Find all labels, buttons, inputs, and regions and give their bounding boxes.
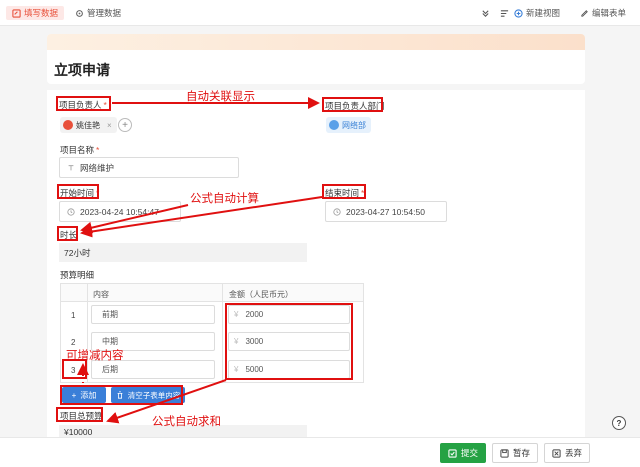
page-title: 立项申请 (54, 62, 110, 78)
edit-form-button[interactable]: 编辑表单 (580, 6, 626, 20)
start-time-value: 2023-04-24 10:54:47 (80, 206, 159, 217)
save-icon (500, 448, 509, 458)
help-button[interactable]: ? (612, 416, 626, 430)
tab-manage-data-label: 管理数据 (87, 8, 122, 18)
end-time-field[interactable]: 2023-04-27 10:54:50 (325, 201, 447, 222)
sort-icon[interactable] (500, 6, 509, 20)
save-draft-label: 暂存 (512, 448, 530, 458)
amount-highlight-box (225, 303, 353, 380)
discard-label: 丢弃 (564, 448, 582, 458)
owner-user-chip[interactable]: 姚佳艳 × (60, 117, 117, 133)
form-header-card: 立项申请 (47, 34, 585, 84)
save-draft-button[interactable]: 暂存 (492, 443, 538, 463)
start-highlight-box (57, 184, 99, 199)
department-icon (329, 120, 339, 130)
discard-button[interactable]: 丢弃 (544, 443, 590, 463)
duration-field: 72小时 (59, 243, 307, 262)
tab-manage-data[interactable]: 管理数据 (75, 6, 121, 20)
row-number: 1 (71, 311, 76, 320)
remove-user-icon[interactable]: × (107, 121, 112, 130)
annotation-auto-link: 自动关联显示 (186, 91, 255, 103)
submit-label: 提交 (460, 448, 478, 458)
dept-chip: 网络部 (326, 117, 371, 133)
plus-circle-icon (514, 8, 523, 18)
owner-user-name: 姚佳艳 (76, 120, 100, 130)
col-content-header: 内容 (93, 290, 109, 299)
gear-icon (76, 9, 83, 17)
column-divider (87, 284, 88, 382)
clock-icon (67, 207, 75, 216)
start-time-field[interactable]: 2023-04-24 10:54:47 (59, 201, 181, 222)
total-highlight-box (56, 407, 103, 422)
duration-highlight-box (57, 226, 78, 241)
bottom-action-bar: 提交 暂存 丢弃 (0, 437, 640, 467)
dept-highlight-box (322, 97, 383, 112)
submit-button[interactable]: 提交 (440, 443, 486, 463)
budget-table-header: 内容 金额（人民币元） (61, 284, 363, 302)
pencil-icon (581, 9, 588, 17)
annotation-add-remove: 可增减内容 (66, 350, 124, 362)
col-amount-header: 金额（人民币元） (229, 290, 293, 299)
add-user-button[interactable]: + (118, 118, 132, 132)
annotation-formula-calc: 公式自动计算 (190, 193, 259, 205)
submit-icon (448, 448, 457, 458)
project-name-value: 网络维护 (80, 162, 115, 173)
tab-fill-data-label: 填写数据 (24, 8, 59, 18)
name-label: 项目名称 * (60, 145, 100, 155)
annotation-formula-sum: 公式自动求和 (152, 416, 221, 428)
budget-label: 预算明细 (60, 270, 95, 280)
end-time-value: 2023-04-27 10:54:50 (346, 206, 425, 217)
discard-icon (552, 448, 561, 458)
clock-icon (333, 207, 341, 216)
new-view-button[interactable]: 新建视图 (514, 6, 560, 20)
owner-highlight-box (56, 96, 111, 111)
buttons-highlight-box (60, 385, 183, 405)
collapse-icon[interactable] (481, 6, 490, 20)
edit-form-label: 编辑表单 (592, 8, 627, 18)
tab-fill-data[interactable]: 填写数据 (6, 6, 65, 20)
row-number: 2 (71, 338, 76, 347)
content-cell[interactable]: 前期 (91, 305, 215, 324)
end-highlight-box (322, 184, 366, 199)
project-name-field[interactable]: 网络维护 (59, 157, 239, 178)
new-view-label: 新建视图 (526, 8, 561, 18)
text-icon (68, 164, 74, 170)
column-divider (222, 284, 223, 382)
header-banner (47, 34, 585, 50)
top-bar: 填写数据 管理数据 新建视图 编辑表单 (0, 0, 640, 26)
dept-value: 网络部 (342, 120, 366, 130)
avatar (63, 120, 73, 130)
edit-form-icon (12, 8, 21, 18)
